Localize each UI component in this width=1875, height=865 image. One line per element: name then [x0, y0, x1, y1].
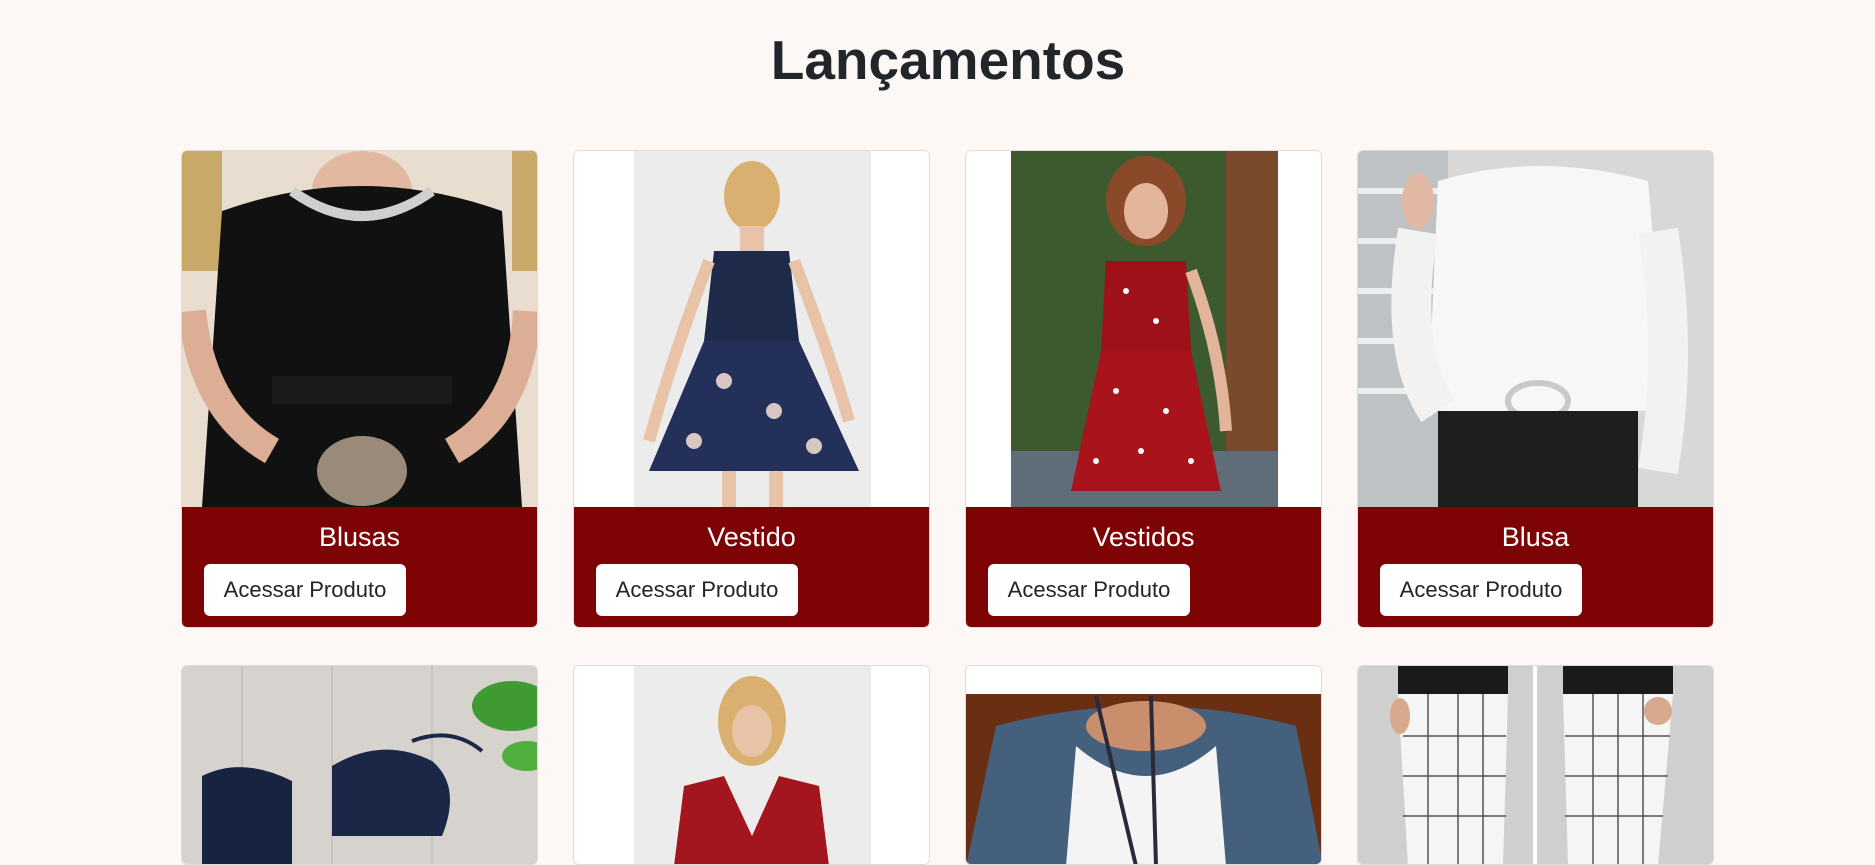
product-image-8[interactable]	[1358, 666, 1713, 864]
access-product-button[interactable]: Acessar Produto	[596, 564, 798, 616]
product-card-6	[573, 665, 930, 865]
product-image-7[interactable]	[966, 666, 1321, 864]
product-card-2: Vestido Acessar Produto	[573, 150, 930, 628]
product-name: Blusa	[1501, 522, 1570, 552]
access-product-button[interactable]: Acessar Produto	[1380, 564, 1582, 616]
product-image-6[interactable]	[574, 666, 929, 864]
access-product-button[interactable]: Acessar Produto	[204, 564, 406, 616]
product-card-footer: Blusas Acessar Produto	[182, 507, 537, 627]
product-image-1[interactable]	[182, 151, 537, 507]
product-card-8	[1357, 665, 1714, 865]
product-card-4: Blusa Acessar Produto	[1357, 150, 1714, 628]
product-card-footer: Blusa Acessar Produto	[1358, 507, 1713, 627]
product-image-4[interactable]	[1358, 151, 1713, 507]
product-card-7	[965, 665, 1322, 865]
product-card-footer: Vestidos Acessar Produto	[966, 507, 1321, 627]
product-name: Vestidos	[1092, 522, 1195, 552]
product-name: Blusas	[318, 522, 401, 552]
product-name: Vestido	[707, 522, 796, 552]
page-title: Lançamentos	[770, 29, 1126, 91]
access-product-button[interactable]: Acessar Produto	[988, 564, 1190, 616]
product-card-footer: Vestido Acessar Produto	[574, 507, 929, 627]
product-card-3: Vestidos Acessar Produto	[965, 150, 1322, 628]
product-image-5[interactable]	[182, 666, 537, 864]
product-card-5	[181, 665, 538, 865]
product-card-1: Blusas Acessar Produto	[181, 150, 538, 628]
product-image-2[interactable]	[574, 151, 929, 507]
product-image-3[interactable]	[966, 151, 1321, 507]
